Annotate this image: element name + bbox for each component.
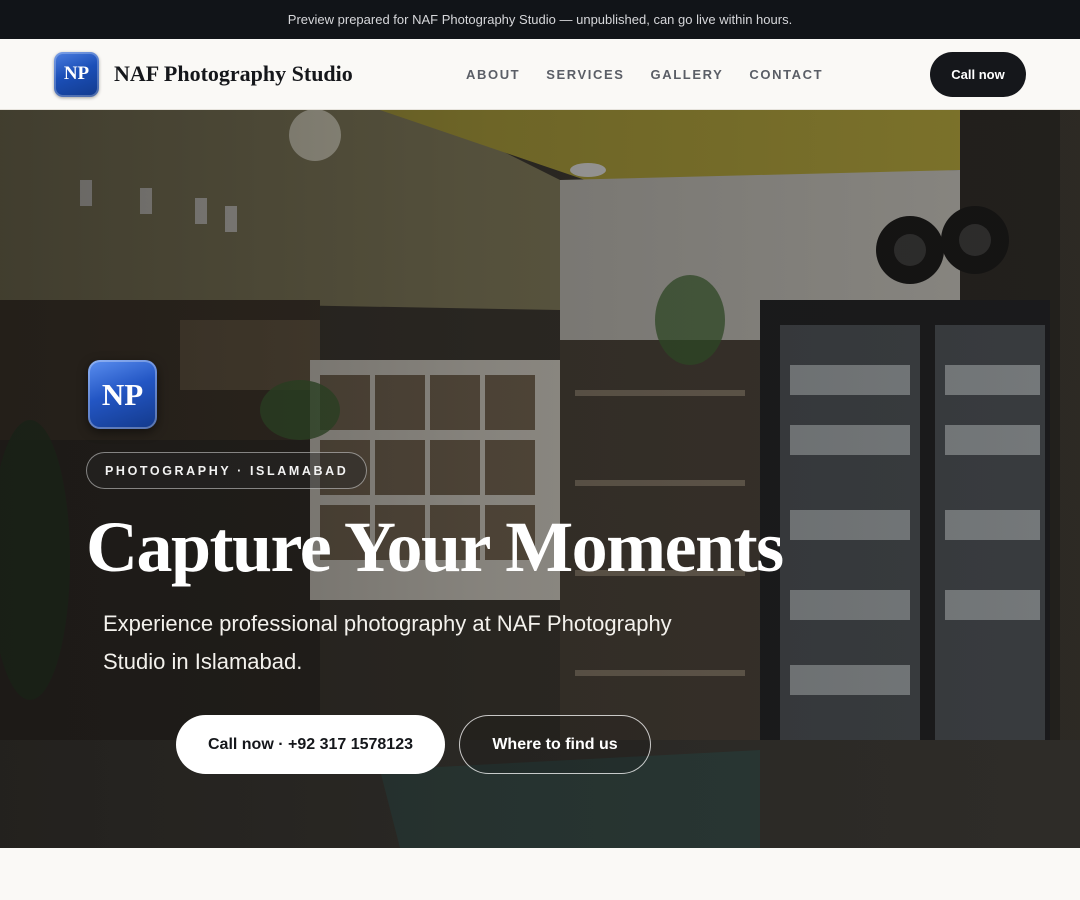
logo-badge[interactable]: NP bbox=[54, 51, 99, 97]
next-section bbox=[0, 848, 1080, 900]
main-nav: ABOUT SERVICES GALLERY CONTACT bbox=[466, 39, 823, 109]
preview-banner-text: Preview prepared for NAF Photography Stu… bbox=[287, 12, 793, 27]
hero-subtitle: Experience professional photography at N… bbox=[103, 611, 672, 674]
where-to-find-us-button[interactable]: Where to find us bbox=[459, 715, 651, 774]
hero-logo-initials: NP bbox=[101, 376, 144, 412]
hero-section: NP PHOTOGRAPHY · ISLAMABAD Capture Your … bbox=[0, 110, 1080, 848]
hero-category-tag: PHOTOGRAPHY · ISLAMABAD bbox=[86, 452, 368, 489]
nav-services[interactable]: SERVICES bbox=[546, 67, 624, 82]
nav-about[interactable]: ABOUT bbox=[466, 67, 520, 82]
call-now-phone-button[interactable]: Call now · +92 317 1578123 bbox=[176, 715, 445, 774]
site-header: NP NAF Photography Studio ABOUT SERVICES… bbox=[0, 39, 1080, 110]
call-now-button[interactable]: Call now bbox=[930, 52, 1026, 97]
preview-banner: Preview prepared for NAF Photography Stu… bbox=[0, 0, 1080, 39]
hero-logo-badge: NP bbox=[88, 360, 157, 429]
hero-title: Capture Your Moments bbox=[86, 507, 784, 587]
brand-name[interactable]: NAF Photography Studio bbox=[114, 61, 353, 87]
nav-contact[interactable]: CONTACT bbox=[749, 67, 823, 82]
logo-initials: NP bbox=[63, 63, 90, 84]
nav-gallery[interactable]: GALLERY bbox=[651, 67, 724, 82]
